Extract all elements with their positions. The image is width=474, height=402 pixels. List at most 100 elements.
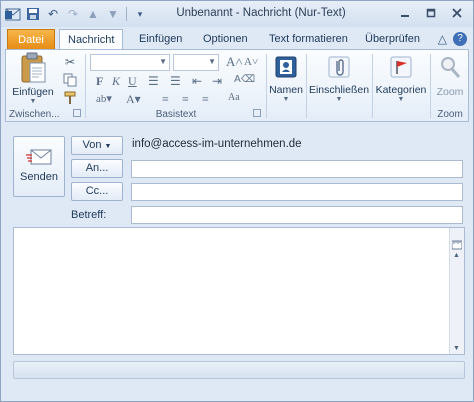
shrink-font-icon[interactable]: A˅ bbox=[244, 56, 258, 68]
send-label: Senden bbox=[20, 171, 58, 183]
tab-message[interactable]: Nachricht bbox=[59, 29, 124, 50]
title-bar: ↶ ↷ ▲ ▼ ▾ Unbenannt - Nachricht (Nur-Tex… bbox=[1, 1, 473, 27]
zoom-button-label: Zoom bbox=[436, 86, 464, 98]
numbering-icon[interactable]: ☰ bbox=[170, 74, 181, 89]
ribbon: Einfügen ▼ ✂ Zwischen... ▼ ▼ A˄ A˅ F K U… bbox=[5, 49, 469, 122]
group-separator bbox=[266, 54, 267, 118]
italic-icon[interactable]: K bbox=[112, 74, 120, 89]
scroll-down-icon[interactable]: ▼ bbox=[453, 345, 460, 352]
subject-field[interactable] bbox=[131, 206, 463, 224]
align-right-icon[interactable]: ≡ bbox=[202, 92, 209, 107]
include-button[interactable]: Einschließen ▼ bbox=[308, 52, 370, 103]
chevron-down-icon: ▼ bbox=[397, 96, 405, 103]
clear-format-icon[interactable]: A⌫ bbox=[234, 74, 255, 85]
styles-icon[interactable]: Aa bbox=[228, 92, 240, 103]
chevron-down-icon: ▼ bbox=[282, 96, 290, 103]
group-separator bbox=[85, 54, 86, 118]
tab-icons: △ ? bbox=[438, 32, 467, 46]
paste-button[interactable]: Einfügen ▼ bbox=[10, 52, 56, 105]
zoom-button[interactable]: Zoom bbox=[432, 52, 468, 98]
compose-area: Senden Von ▼ info@access-im-unternehmen.… bbox=[5, 125, 469, 397]
people-pane-bar[interactable] bbox=[13, 361, 465, 379]
font-size-combo[interactable]: ▼ bbox=[173, 54, 219, 71]
restore-icon[interactable] bbox=[419, 4, 443, 22]
increase-indent-icon[interactable]: ⇥ bbox=[212, 74, 222, 89]
window-title: Unbenannt - Nachricht (Nur-Text) bbox=[176, 7, 346, 19]
categories-group: Kategorien ▼ bbox=[374, 50, 428, 121]
from-label: Von bbox=[82, 139, 102, 151]
clipboard-launcher-icon[interactable] bbox=[73, 109, 81, 117]
message-body[interactable]: ▲ ▼ bbox=[13, 227, 465, 355]
paste-label: Einfügen bbox=[12, 86, 54, 98]
tab-options[interactable]: Optionen bbox=[195, 29, 256, 49]
underline-icon[interactable]: U bbox=[128, 74, 137, 89]
names-group: Namen ▼ bbox=[268, 50, 304, 121]
include-label: Einschließen bbox=[308, 84, 370, 96]
copy-icon[interactable] bbox=[62, 72, 78, 88]
outlook-icon[interactable] bbox=[5, 6, 21, 22]
highlight-icon[interactable]: ab▾ bbox=[96, 92, 112, 105]
group-separator bbox=[306, 54, 307, 118]
align-left-icon[interactable]: ≡ bbox=[162, 92, 169, 107]
vertical-scrollbar[interactable]: ▲ ▼ bbox=[449, 228, 464, 354]
include-group: Einschließen ▼ bbox=[308, 50, 370, 121]
save-icon[interactable] bbox=[25, 6, 41, 22]
chevron-down-icon: ▼ bbox=[208, 57, 216, 66]
subject-label: Betreff: bbox=[71, 209, 107, 221]
send-button[interactable]: Senden bbox=[13, 136, 65, 197]
quick-access-toolbar: ↶ ↷ ▲ ▼ ▾ bbox=[5, 5, 148, 23]
ruler-icon[interactable] bbox=[451, 240, 463, 250]
ribbon-tabs: Datei Nachricht Einfügen Optionen Text f… bbox=[1, 27, 473, 50]
undo-icon[interactable]: ↶ bbox=[45, 6, 61, 22]
clipboard-icon bbox=[19, 52, 47, 84]
align-center-icon[interactable]: ≡ bbox=[182, 92, 189, 107]
scroll-up-icon[interactable]: ▲ bbox=[453, 252, 460, 259]
paperclip-icon bbox=[326, 54, 352, 80]
minimize-ribbon-icon[interactable]: △ bbox=[438, 32, 447, 46]
magnifier-icon bbox=[437, 54, 463, 80]
cc-field[interactable] bbox=[131, 183, 463, 201]
group-separator bbox=[430, 54, 431, 118]
redo-icon[interactable]: ↷ bbox=[65, 6, 81, 22]
chevron-down-icon: ▼ bbox=[104, 143, 112, 150]
tab-format-text[interactable]: Text formatieren bbox=[261, 29, 356, 49]
tab-file[interactable]: Datei bbox=[7, 29, 55, 49]
categories-label: Kategorien bbox=[375, 84, 427, 96]
cut-icon[interactable]: ✂ bbox=[62, 54, 78, 70]
minimize-icon[interactable] bbox=[393, 4, 417, 22]
from-address: info@access-im-unternehmen.de bbox=[132, 138, 302, 150]
bold-icon[interactable]: F bbox=[96, 74, 103, 89]
font-color-icon[interactable]: A▾ bbox=[126, 92, 141, 107]
to-button[interactable]: An... bbox=[71, 159, 123, 178]
basic-text-launcher-icon[interactable] bbox=[253, 109, 261, 117]
cc-button[interactable]: Cc... bbox=[71, 182, 123, 201]
to-field[interactable] bbox=[131, 160, 463, 178]
flag-icon bbox=[388, 54, 414, 80]
help-icon[interactable]: ? bbox=[453, 32, 467, 46]
names-button[interactable]: Namen ▼ bbox=[268, 52, 304, 103]
address-book-icon bbox=[273, 54, 299, 80]
basic-text-group: ▼ ▼ A˄ A˅ F K U ☰ ☰ ⇤ ⇥ A⌫ ab▾ A▾ ≡ ≡ ≡ … bbox=[88, 50, 264, 121]
decrease-indent-icon[interactable]: ⇤ bbox=[192, 74, 202, 89]
basic-text-group-label: Basistext bbox=[155, 109, 197, 120]
qat-separator bbox=[126, 7, 127, 21]
zoom-group: Zoom Zoom bbox=[432, 50, 468, 121]
close-icon[interactable] bbox=[445, 4, 469, 22]
up-icon[interactable]: ▲ bbox=[85, 6, 101, 22]
chevron-down-icon: ▼ bbox=[159, 57, 167, 66]
group-separator bbox=[372, 54, 373, 118]
format-painter-icon[interactable] bbox=[62, 90, 78, 106]
categories-button[interactable]: Kategorien ▼ bbox=[374, 52, 428, 103]
tab-review[interactable]: Überprüfen bbox=[357, 29, 428, 49]
clipboard-group: Einfügen ▼ ✂ Zwischen... bbox=[6, 50, 84, 121]
grow-font-icon[interactable]: A˄ bbox=[226, 54, 243, 70]
chevron-down-icon: ▼ bbox=[29, 98, 37, 105]
down-icon[interactable]: ▼ bbox=[105, 6, 121, 22]
message-window: ↶ ↷ ▲ ▼ ▾ Unbenannt - Nachricht (Nur-Tex… bbox=[0, 0, 474, 402]
bullets-icon[interactable]: ☰ bbox=[148, 74, 159, 89]
tab-insert[interactable]: Einfügen bbox=[131, 29, 190, 49]
font-combo[interactable]: ▼ bbox=[90, 54, 170, 71]
zoom-group-label: Zoom bbox=[437, 109, 463, 120]
from-button[interactable]: Von ▼ bbox=[71, 136, 123, 155]
chevron-down-icon: ▼ bbox=[335, 96, 343, 103]
